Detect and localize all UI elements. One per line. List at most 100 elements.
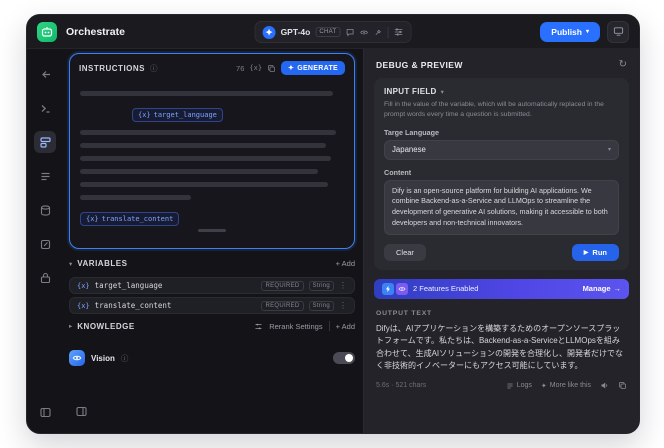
- left-sidebar: [27, 49, 63, 433]
- prompt-icon[interactable]: [34, 97, 56, 119]
- variable-icon: {x}: [77, 301, 90, 310]
- model-provider-icon: [262, 25, 276, 39]
- debug-preview-panel: DEBUG & PREVIEW ↻ INPUT FIELD ▾ Fill in …: [363, 49, 639, 433]
- divider: [387, 26, 389, 38]
- instructions-title: INSTRUCTIONS: [79, 63, 145, 73]
- instructions-card[interactable]: INSTRUCTIONS ⓘ 76 {x} ✦ GENERATE {x} targ…: [69, 53, 355, 249]
- char-count: 76: [236, 63, 245, 73]
- skeleton-line: [80, 143, 326, 148]
- more-like-this-button[interactable]: ✦ More like this: [541, 382, 591, 390]
- app-monitoring-icon[interactable]: [607, 20, 629, 43]
- publish-button[interactable]: Publish ▾: [540, 21, 600, 42]
- chevron-down-icon[interactable]: ▾: [69, 260, 72, 268]
- dataset-icon[interactable]: [34, 199, 56, 221]
- app-header: Orchestrate GPT-4o CHAT Publish ▾: [27, 15, 639, 49]
- variables-title: VARIABLES: [77, 259, 128, 268]
- collapse-sidebar-icon[interactable]: [34, 401, 56, 423]
- copy-icon[interactable]: [267, 64, 276, 73]
- resize-handle[interactable]: [198, 229, 226, 232]
- back-icon[interactable]: [34, 63, 56, 85]
- divider: [328, 321, 330, 331]
- skeleton-line: [80, 156, 331, 161]
- variable-tag-translate-content[interactable]: {x} translate_content: [80, 212, 180, 226]
- variable-name: translate_content: [94, 301, 172, 310]
- sidebar-item-orchestrate[interactable]: [34, 131, 56, 153]
- chevron-down-icon: ▾: [607, 147, 611, 154]
- model-selector[interactable]: GPT-4o CHAT: [254, 21, 412, 43]
- arrow-right-icon: →: [613, 284, 622, 294]
- type-badge: String: [308, 300, 334, 311]
- insert-variable-icon[interactable]: {x}: [249, 64, 262, 72]
- chat-bubble-icon: [345, 28, 354, 37]
- run-button[interactable]: ▶ Run: [571, 243, 619, 261]
- skeleton-line: [80, 169, 318, 174]
- copy-icon[interactable]: [618, 381, 627, 390]
- info-icon: ⓘ: [150, 63, 158, 73]
- chevron-down-icon[interactable]: ▾: [441, 88, 444, 96]
- variable-row[interactable]: {x} translate_content REQUIRED String ⋮: [69, 297, 355, 314]
- output-section: OUTPUT TEXT Difyは、AIアプリケーションを構築するためのオープン…: [364, 299, 639, 391]
- model-name: GPT-4o: [280, 27, 311, 37]
- model-mode-chip: CHAT: [315, 27, 341, 37]
- play-icon: ▶: [583, 249, 589, 256]
- variable-tag-target-language[interactable]: {x} target_language: [132, 108, 223, 122]
- debug-preview-title: DEBUG & PREVIEW: [376, 59, 463, 70]
- app-logo-icon[interactable]: [37, 21, 57, 42]
- chevron-right-icon[interactable]: ▸: [69, 322, 72, 330]
- output-stats: 5.6s · 521 chars: [376, 382, 427, 390]
- feature-vision-icon: [396, 282, 408, 295]
- skeleton-line: [80, 195, 191, 200]
- content-label: Content: [384, 167, 412, 177]
- plugins-icon[interactable]: [34, 267, 56, 289]
- annotation-icon[interactable]: [34, 233, 56, 255]
- vision-icon: [69, 350, 85, 366]
- target-language-label: Targe Language: [384, 127, 439, 137]
- required-badge: REQUIRED: [261, 300, 304, 311]
- sparkle-icon: ✦: [540, 382, 547, 390]
- variable-menu-icon[interactable]: ⋮: [339, 281, 347, 290]
- skeleton-line: [80, 130, 337, 135]
- clear-button[interactable]: Clear: [384, 243, 426, 261]
- skeleton-line: [80, 91, 334, 96]
- variable-name: target_language: [94, 281, 163, 290]
- add-knowledge-button[interactable]: + Add: [336, 322, 355, 331]
- output-text-title: OUTPUT TEXT: [376, 309, 432, 317]
- knowledge-title: KNOWLEDGE: [77, 321, 135, 331]
- variable-icon: {x}: [77, 281, 90, 290]
- add-variable-button[interactable]: + Add: [336, 259, 355, 268]
- text-to-speech-icon[interactable]: [600, 381, 609, 390]
- type-badge: String: [308, 280, 334, 291]
- target-language-select[interactable]: Japanese ▾: [384, 139, 619, 160]
- info-icon: ⓘ: [120, 353, 129, 363]
- vision-toggle[interactable]: [333, 352, 355, 364]
- skeleton-line: [80, 182, 329, 187]
- orchestrate-panel: INSTRUCTIONS ⓘ 76 {x} ✦ GENERATE {x} targ…: [63, 49, 363, 433]
- rerank-settings-icon: [254, 322, 263, 331]
- content-textarea[interactable]: Dify is an open-source platform for buil…: [384, 179, 619, 235]
- logs-icon[interactable]: [34, 165, 56, 187]
- refresh-icon[interactable]: ↻: [619, 59, 627, 70]
- manage-features-button[interactable]: Manage →: [583, 284, 621, 293]
- required-badge: REQUIRED: [261, 280, 304, 291]
- variable-menu-icon[interactable]: ⋮: [339, 301, 347, 310]
- input-field-title: INPUT FIELD: [384, 87, 437, 96]
- model-params-icon[interactable]: [393, 27, 403, 37]
- feature-opening-icon: [382, 282, 394, 295]
- page-title: Orchestrate: [66, 25, 125, 38]
- prompt-editor[interactable]: {x} target_language {x} translate_content: [70, 79, 354, 232]
- chevron-down-icon: ▾: [585, 29, 589, 35]
- features-enabled-label: 2 Features Enabled: [413, 284, 479, 294]
- tools-icon: [373, 28, 382, 37]
- output-text: Difyは、AIアプリケーションを構築するためのオープンソースプラットフォームで…: [376, 323, 623, 371]
- variable-row[interactable]: {x} target_language REQUIRED String ⋮: [69, 277, 355, 294]
- vision-feature-row: Vision ⓘ: [69, 347, 355, 369]
- rerank-settings-button[interactable]: Rerank Settings: [269, 322, 322, 331]
- vision-modality-icon: [359, 28, 368, 37]
- collapse-panel-icon[interactable]: [75, 405, 88, 423]
- input-field-card: INPUT FIELD ▾ Fill in the value of the v…: [374, 78, 629, 270]
- logs-button[interactable]: Logs: [506, 382, 532, 390]
- generate-button[interactable]: ✦ GENERATE: [281, 61, 345, 75]
- vision-title: Vision: [91, 353, 115, 363]
- app-window: Orchestrate GPT-4o CHAT Publish ▾ INSTRU…: [26, 14, 640, 434]
- sparkle-icon: ✦: [288, 65, 295, 72]
